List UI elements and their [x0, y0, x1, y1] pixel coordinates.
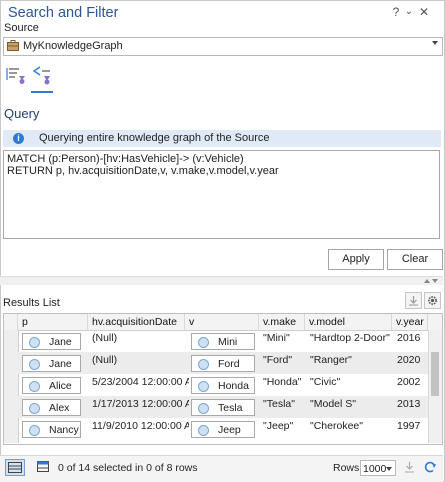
entity-chip[interactable]: Jane — [22, 333, 81, 350]
person-icon — [29, 337, 40, 348]
source-dropdown[interactable]: MyKnowledgeGraph — [3, 37, 443, 56]
table-cell: 2013 — [397, 398, 421, 410]
table-cell: 2020 — [397, 354, 421, 366]
table-cell: 5/23/2004 12:00:00 AM — [92, 376, 189, 388]
entity-chip[interactable]: Tesla — [191, 399, 255, 416]
table-cell: 2016 — [397, 332, 421, 344]
apply-button[interactable]: Apply — [328, 249, 384, 270]
vehicle-icon — [198, 381, 209, 392]
table-cell: 1/17/2013 12:00:00 AM — [92, 398, 189, 410]
vertical-scrollbar[interactable] — [428, 330, 442, 443]
chevron-down-icon — [432, 41, 438, 45]
active-tab-indicator — [31, 91, 53, 93]
table-cell: 2002 — [397, 376, 421, 388]
column-header[interactable]: v.year — [392, 314, 428, 330]
rows-label: Rows: — [333, 462, 363, 474]
column-header[interactable]: v.model — [305, 314, 392, 330]
table-cell: (Null) — [92, 332, 118, 344]
info-banner: i Querying entire knowledge graph of the… — [3, 130, 441, 147]
table-row[interactable]: Alice 5/23/2004 12:00:00 AM Honda "Honda… — [18, 374, 428, 396]
pane-title: Search and Filter — [8, 5, 119, 21]
close-button[interactable]: ✕ — [418, 4, 430, 20]
settings-button[interactable] — [424, 292, 441, 309]
row-selector-column[interactable] — [4, 330, 19, 443]
table-cell: "Model S" — [310, 398, 356, 410]
table-view-icon — [8, 462, 22, 473]
table-cell: "Ford" — [263, 354, 293, 366]
column-header[interactable]: hv.acquisitionDate — [88, 314, 185, 330]
table-cell: "Jeep" — [263, 420, 294, 432]
query-textarea[interactable]: MATCH (p:Person)-[hv:HasVehicle]-> (v:Ve… — [3, 150, 440, 239]
rows-value: 1000 — [363, 463, 387, 475]
rows-dropdown[interactable]: 1000 — [360, 460, 396, 476]
table-row[interactable]: Alex 1/17/2013 12:00:00 AM Tesla "Tesla"… — [18, 396, 428, 418]
table-row[interactable]: Jane (Null) Mini "Mini" "Hardtop 2-Door"… — [18, 330, 428, 352]
gear-icon — [428, 296, 437, 305]
table-cell: "Hardtop 2-Door" — [310, 332, 390, 344]
selection-status: 0 of 14 selected in 0 of 8 rows — [58, 462, 198, 474]
source-label: Source — [4, 22, 39, 34]
person-icon — [29, 403, 40, 414]
table-cell: "Honda" — [263, 376, 302, 388]
table-cell: "Civic" — [310, 376, 341, 388]
briefcase-db-icon — [7, 40, 19, 51]
entity-chip[interactable]: Mini — [191, 333, 255, 350]
vehicle-icon — [198, 403, 209, 414]
results-label: Results List — [3, 297, 60, 309]
info-icon: i — [13, 133, 24, 144]
table-cell: "Mini" — [263, 332, 290, 344]
download-button[interactable] — [405, 292, 422, 309]
info-text: Querying entire knowledge graph of the S… — [39, 132, 270, 144]
results-table: p hv.acquisitionDate v v.make v.model v.… — [3, 313, 443, 445]
source-value: MyKnowledgeGraph — [23, 40, 123, 52]
table-cell: "Ranger" — [310, 354, 352, 366]
header-rowselector — [4, 314, 18, 330]
entity-chip[interactable]: Ford — [191, 355, 255, 372]
person-icon — [29, 381, 40, 392]
entity-chip[interactable]: Nancy — [22, 421, 81, 438]
chevron-down-icon — [386, 467, 392, 471]
clear-button[interactable]: Clear — [387, 249, 443, 270]
help-button[interactable]: ? — [390, 4, 402, 20]
collapse-up-icon[interactable] — [424, 279, 430, 283]
refresh-icon[interactable] — [423, 460, 437, 474]
vehicle-icon — [198, 359, 209, 370]
vehicle-icon — [198, 337, 209, 348]
table-cell: 11/9/2010 12:00:00 AM — [92, 420, 189, 432]
entity-chip[interactable]: Honda — [191, 377, 255, 394]
collapse-down-icon[interactable] — [432, 279, 438, 283]
pane-splitter[interactable] — [0, 276, 443, 285]
pin-button[interactable]: ⌄ — [403, 4, 415, 20]
query-heading: Query — [4, 106, 40, 121]
column-header[interactable]: v — [185, 314, 259, 330]
list-view-icon[interactable] — [37, 461, 49, 472]
column-header[interactable]: v.make — [259, 314, 305, 330]
table-cell: "Cherokee" — [310, 420, 363, 432]
table-row[interactable]: Nancy 11/9/2010 12:00:00 AM Jeep "Jeep" … — [18, 418, 428, 440]
table-row[interactable]: Jane (Null) Ford "Ford" "Ranger" 2020 — [18, 352, 428, 374]
table-cell: (Null) — [92, 354, 118, 366]
query-line: RETURN p, hv.acquisitionDate,v, v.make,v… — [7, 165, 279, 177]
table-cell: "Tesla" — [263, 398, 295, 410]
person-icon — [29, 359, 40, 370]
scrollbar-thumb[interactable] — [431, 352, 439, 396]
entity-chip[interactable]: Jeep — [191, 421, 255, 438]
entity-chip[interactable]: Jane — [22, 355, 81, 372]
query-line: MATCH (p:Person)-[hv:HasVehicle]-> (v:Ve… — [7, 153, 244, 165]
download-icon — [409, 296, 418, 306]
vehicle-icon — [198, 425, 209, 436]
table-view-button[interactable] — [5, 459, 25, 476]
table-cell: 1997 — [397, 420, 421, 432]
filter-list-icon[interactable] — [5, 64, 27, 86]
column-header[interactable]: p — [18, 314, 88, 330]
query-graph-icon[interactable] — [31, 64, 53, 86]
download-icon[interactable] — [404, 461, 415, 473]
entity-chip[interactable]: Alex — [22, 399, 81, 416]
entity-chip[interactable]: Alice — [22, 377, 81, 394]
person-icon — [29, 425, 40, 436]
